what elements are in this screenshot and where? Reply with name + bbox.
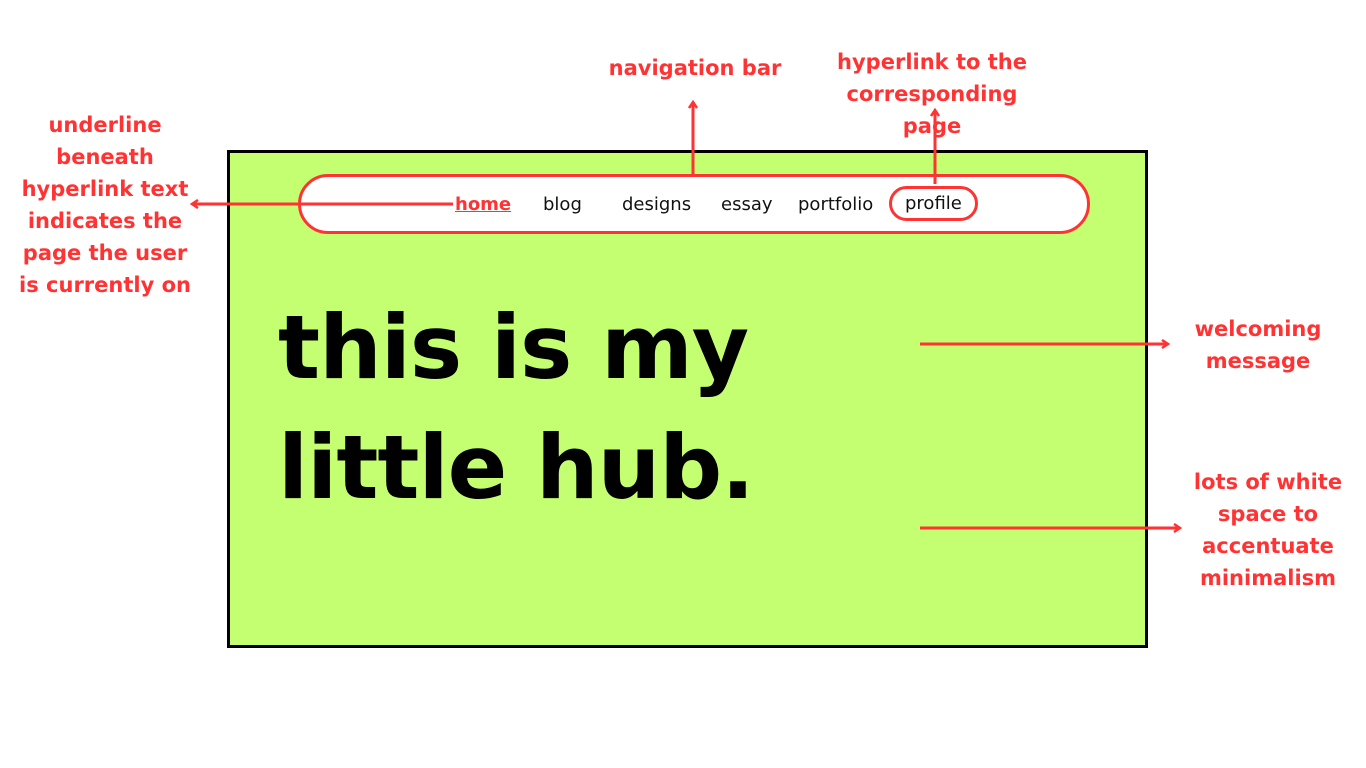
note-whitespace: lots of white space to accentuate minima… bbox=[1193, 470, 1343, 590]
note-navigation-bar: navigation bar bbox=[608, 56, 782, 80]
annotation-arrows bbox=[0, 0, 1366, 768]
note-welcoming: welcoming message bbox=[1194, 317, 1322, 373]
note-underline: underline beneath hyperlink text indicat… bbox=[19, 113, 191, 297]
note-hyperlink: hyperlink to the corresponding page bbox=[837, 50, 1027, 138]
